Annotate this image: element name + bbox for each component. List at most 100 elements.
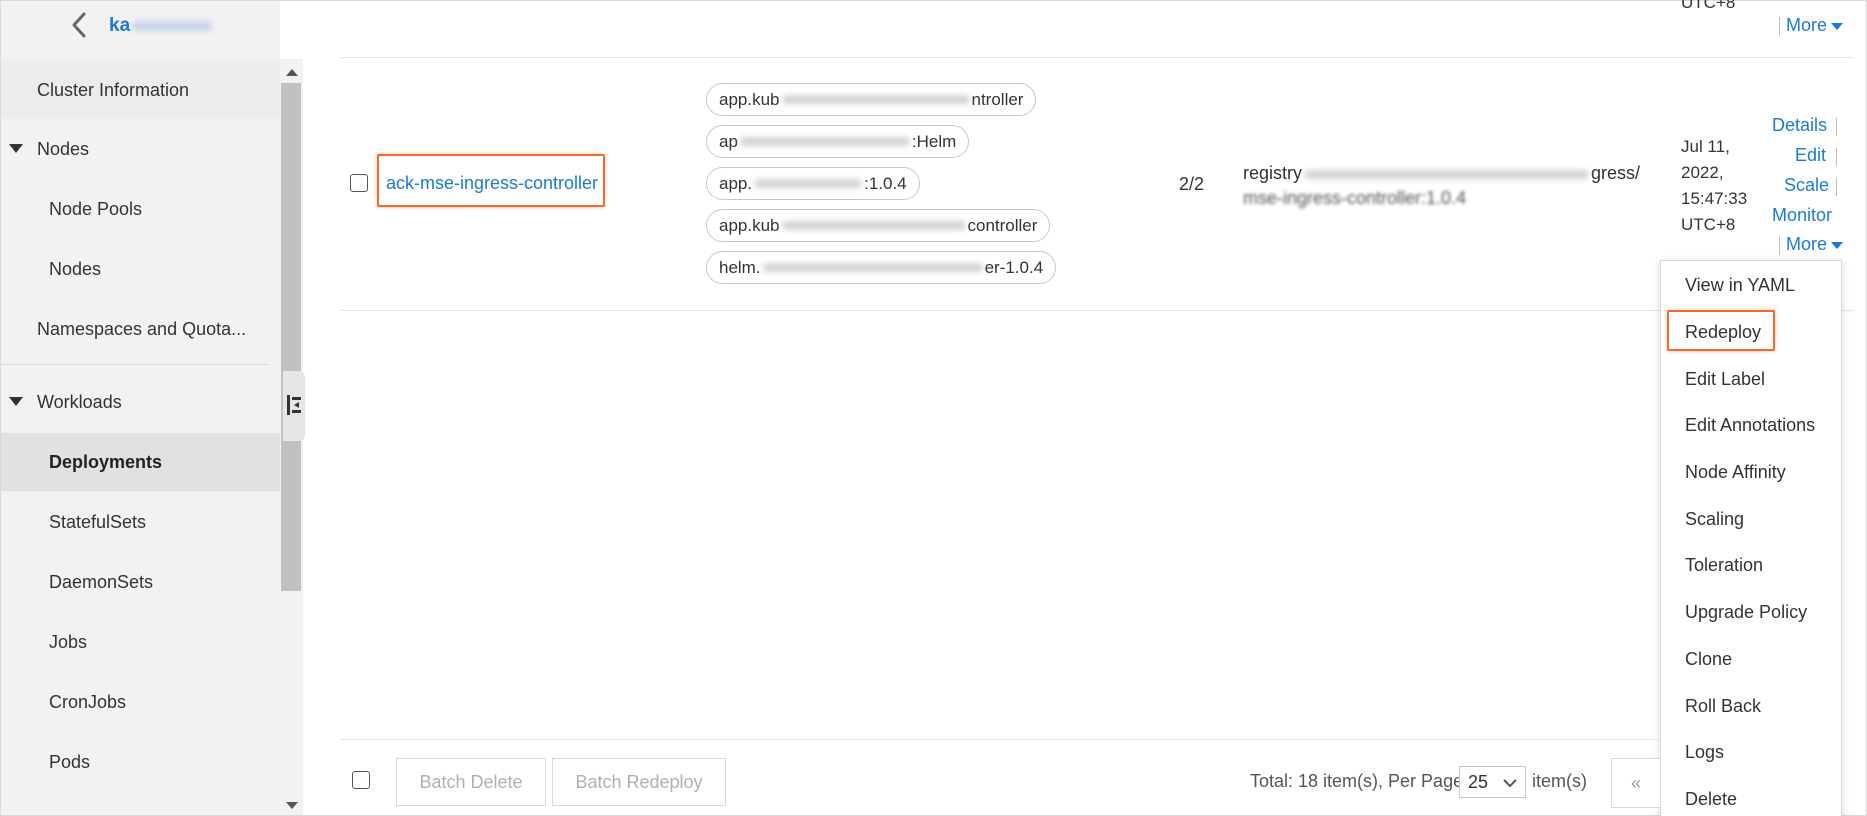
cluster-name[interactable]: ka	[109, 15, 213, 37]
sidebar-group-workloads[interactable]: Workloads	[1, 373, 280, 431]
label-chip-prefix: app.kub	[719, 215, 780, 235]
caret-down-icon	[9, 144, 23, 153]
created-time: Jul 11, 2022, 15:47:33 UTC+8	[1681, 134, 1761, 238]
label-chip-suffix: :Helm	[911, 131, 957, 151]
sidebar-header: ka	[1, 1, 280, 53]
sidebar-item-label: Cluster Information	[37, 79, 190, 100]
label-chip: app.:1.0.4	[706, 167, 920, 200]
sidebar-item-statefulsets[interactable]: StatefulSets	[1, 493, 280, 551]
label-chip: app.kub controller	[706, 209, 1051, 242]
first-page-button[interactable]: «	[1611, 758, 1661, 808]
sidebar: ka Cluster Information Nodes Node Pools …	[1, 1, 280, 815]
sidebar-collapse-toggle[interactable]	[283, 371, 305, 441]
sidebar-item-node-pools[interactable]: Node Pools	[1, 180, 280, 238]
sidebar-item-jobs[interactable]: Jobs	[1, 613, 280, 671]
sidebar-item-label: StatefulSets	[49, 511, 147, 532]
sidebar-item-label: Pods	[49, 751, 91, 772]
caret-down-icon	[1831, 241, 1844, 249]
sidebar-item-deployments[interactable]: Deployments	[1, 433, 280, 491]
menu-item-upgrade-policy[interactable]: Upgrade Policy	[1685, 602, 1807, 623]
image-line-1: registry gress/	[1243, 161, 1663, 186]
created-date-year: 2022,	[1681, 163, 1724, 182]
cluster-name-redacted	[132, 20, 213, 31]
action-separator	[1779, 237, 1780, 255]
action-separator	[1836, 178, 1837, 196]
label-chip-prefix: app.kub	[719, 89, 780, 109]
label-chip-redacted	[781, 95, 970, 104]
scale-link[interactable]: Scale	[1784, 175, 1829, 196]
image-line-2: mse-ingress-controller:1.0.4	[1243, 186, 1663, 211]
double-chevron-left-icon: «	[1630, 772, 1641, 793]
label-chip-redacted	[762, 263, 983, 272]
sidebar-group-nodes[interactable]: Nodes	[1, 120, 280, 178]
menu-item-edit-annotations[interactable]: Edit Annotations	[1685, 415, 1815, 436]
menu-item-clone[interactable]: Clone	[1685, 649, 1732, 670]
more-dropdown-trigger[interactable]: More	[1786, 234, 1844, 255]
menu-item-roll-back[interactable]: Roll Back	[1685, 696, 1761, 717]
sidebar-divider	[1, 364, 269, 365]
action-separator	[1779, 17, 1780, 35]
menu-item-logs[interactable]: Logs	[1685, 742, 1724, 763]
container-image: registry gress/ mse-ingress-controller:1.…	[1243, 161, 1663, 211]
prev-row-more-link[interactable]: More	[1786, 15, 1844, 36]
more-label: More	[1786, 15, 1828, 35]
menu-item-redeploy[interactable]: Redeploy	[1685, 322, 1761, 343]
sidebar-item-label: Nodes	[49, 258, 102, 279]
sidebar-item-label: Workloads	[37, 391, 122, 412]
sidebar-item-cluster-information[interactable]: Cluster Information	[1, 61, 280, 119]
menu-item-scaling[interactable]: Scaling	[1685, 509, 1744, 530]
scroll-down-icon[interactable]	[286, 802, 298, 809]
back-arrow-icon[interactable]	[67, 11, 91, 39]
monitor-link[interactable]: Monitor	[1772, 205, 1832, 226]
edit-link[interactable]: Edit	[1795, 145, 1826, 166]
scroll-up-icon[interactable]	[286, 69, 298, 76]
menu-item-view-in-yaml[interactable]: View in YAML	[1685, 275, 1795, 296]
batch-redeploy-button[interactable]: Batch Redeploy	[552, 758, 726, 806]
sidebar-item-label: DaemonSets	[49, 571, 154, 592]
caret-down-icon	[9, 397, 23, 406]
image-line1-prefix: registry	[1243, 163, 1303, 183]
prev-row-created-tail: UTC+8	[1681, 0, 1736, 12]
chevron-down-icon	[1503, 779, 1517, 788]
label-chip: ap :Helm	[706, 125, 970, 158]
row-checkbox[interactable]	[350, 174, 368, 192]
menu-item-node-affinity[interactable]: Node Affinity	[1685, 462, 1786, 483]
menu-item-toleration[interactable]: Toleration	[1685, 555, 1763, 576]
sidebar-item-nodes[interactable]: Nodes	[1, 240, 280, 298]
sidebar-item-namespaces-and-quotas[interactable]: Namespaces and Quota...	[1, 300, 280, 358]
collapse-sidebar-icon	[287, 395, 301, 415]
sidebar-item-pods[interactable]: Pods	[1, 733, 280, 791]
image-redacted	[1304, 169, 1590, 179]
sidebar-item-daemonsets[interactable]: DaemonSets	[1, 553, 280, 611]
cluster-name-text: ka	[109, 15, 131, 36]
more-actions-menu: View in YAML Redeploy Edit Label Edit An…	[1660, 260, 1842, 816]
created-time-hms: 15:47:33	[1681, 189, 1748, 208]
batch-delete-button[interactable]: Batch Delete	[396, 758, 546, 806]
label-chip-redacted	[739, 137, 910, 146]
sidebar-item-cronjobs[interactable]: CronJobs	[1, 673, 280, 731]
select-all-checkbox[interactable]	[352, 771, 370, 789]
image-line2-text: mse-ingress-controller:1.0.4	[1243, 188, 1467, 208]
row-divider	[340, 310, 1853, 311]
sidebar-item-label: Namespaces and Quota...	[37, 318, 247, 339]
created-timezone: UTC+8	[1681, 215, 1736, 234]
per-page-value: 25	[1468, 771, 1489, 792]
deployment-name-link[interactable]: ack-mse-ingress-controller	[386, 173, 598, 194]
per-page-select[interactable]: 25	[1459, 766, 1526, 798]
row-divider	[340, 57, 1853, 58]
footer-divider	[340, 739, 1660, 740]
label-chip-prefix: helm.	[719, 257, 761, 277]
menu-item-edit-label[interactable]: Edit Label	[1685, 369, 1765, 390]
details-link[interactable]: Details	[1772, 115, 1827, 136]
created-date-month: Jul 11,	[1681, 137, 1730, 156]
label-chip: app.kub ntroller	[706, 83, 1037, 116]
pagination-total: Total: 18 item(s), Per Page:	[1250, 771, 1469, 791]
label-chip-suffix: controller	[967, 215, 1038, 235]
caret-down-icon	[1831, 22, 1844, 30]
label-chip-prefix: ap	[719, 131, 738, 151]
sidebar-item-label: Node Pools	[49, 198, 143, 219]
scrollbar-thumb[interactable]	[281, 83, 301, 591]
label-chip-prefix: app.	[719, 173, 753, 193]
sidebar-item-label: Nodes	[37, 138, 90, 159]
menu-item-delete[interactable]: Delete	[1685, 789, 1737, 810]
